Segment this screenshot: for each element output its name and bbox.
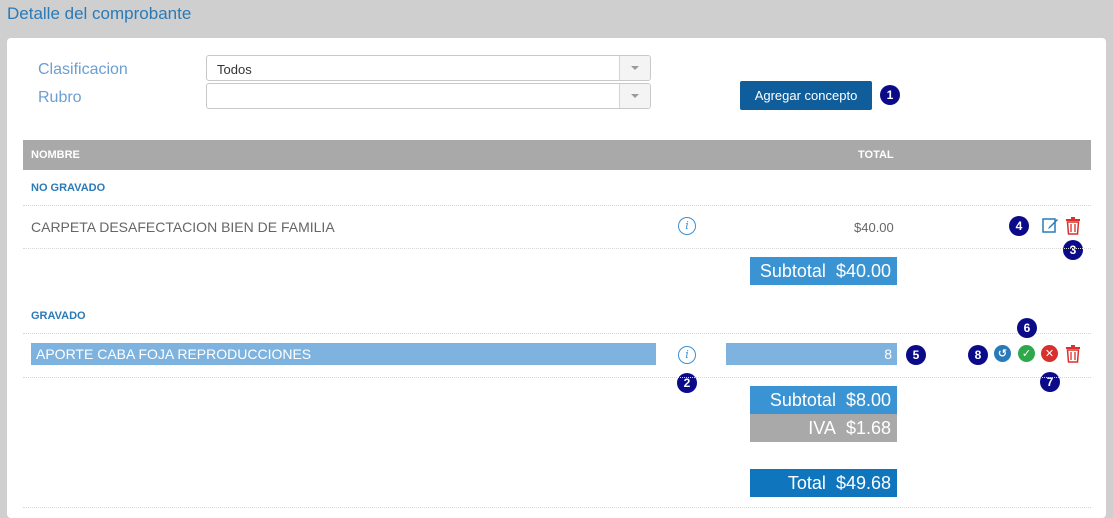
confirm-check-icon[interactable]: ✓ bbox=[1018, 345, 1035, 362]
divider bbox=[23, 377, 1091, 378]
concept-name: CARPETA DESAFECTACION BIEN DE FAMILIA bbox=[31, 219, 335, 235]
iva-row: IVA $1.68 bbox=[750, 414, 897, 442]
divider bbox=[23, 507, 1091, 508]
annotation-badge-7: 7 bbox=[1040, 372, 1060, 392]
divider bbox=[23, 248, 1091, 249]
info-icon[interactable]: i bbox=[678, 346, 696, 364]
cancel-x-icon[interactable]: ✕ bbox=[1041, 345, 1058, 362]
divider bbox=[23, 333, 1091, 334]
annotation-badge-3: 3 bbox=[1063, 240, 1083, 260]
subtotal-label: Subtotal bbox=[769, 389, 836, 410]
concept-name-input[interactable] bbox=[31, 343, 656, 365]
iva-label: IVA bbox=[808, 417, 836, 438]
section-title-no-gravado: NO GRAVADO bbox=[31, 182, 106, 194]
subtotal-value: $8.00 bbox=[845, 389, 891, 410]
section-title-gravado: GRAVADO bbox=[31, 310, 86, 322]
rubro-select[interactable] bbox=[206, 83, 651, 109]
concept-total-input[interactable] bbox=[726, 343, 897, 365]
total-value: $49.68 bbox=[835, 472, 891, 493]
annotation-badge-6: 6 bbox=[1017, 318, 1037, 338]
subtotal-gravado: Subtotal $8.00 bbox=[750, 386, 897, 414]
total-label: Total bbox=[787, 472, 826, 493]
rubro-label: Rubro bbox=[38, 89, 82, 106]
clasificacion-value: Todos bbox=[217, 62, 252, 77]
page-title: Detalle del comprobante bbox=[7, 4, 192, 23]
undo-icon[interactable]: ↺ bbox=[994, 345, 1011, 362]
trash-icon[interactable] bbox=[1064, 216, 1082, 235]
annotation-badge-5: 5 bbox=[906, 345, 926, 365]
annotation-badge-2: 2 bbox=[677, 373, 697, 393]
clasificacion-label: Clasificacion bbox=[38, 61, 128, 78]
subtotal-label: Subtotal bbox=[759, 260, 826, 281]
iva-value: $1.68 bbox=[845, 417, 891, 438]
divider bbox=[23, 205, 1091, 206]
annotation-badge-4: 4 bbox=[1009, 216, 1029, 236]
edit-icon[interactable] bbox=[1041, 216, 1059, 234]
annotation-badge-1: 1 bbox=[880, 85, 900, 105]
annotation-badge-8: 8 bbox=[968, 345, 988, 365]
agregar-concepto-button[interactable]: Agregar concepto bbox=[740, 81, 872, 110]
info-icon[interactable]: i bbox=[678, 217, 696, 235]
grand-total: Total $49.68 bbox=[750, 469, 897, 497]
column-header-nombre: NOMBRE bbox=[31, 149, 80, 161]
chevron-down-icon[interactable] bbox=[619, 56, 650, 80]
trash-icon[interactable] bbox=[1064, 344, 1082, 363]
subtotal-no-gravado: Subtotal $40.00 bbox=[750, 257, 897, 285]
clasificacion-select[interactable]: Todos bbox=[206, 55, 651, 81]
column-header-total: TOTAL bbox=[858, 149, 894, 161]
chevron-down-icon[interactable] bbox=[619, 84, 650, 108]
subtotal-value: $40.00 bbox=[835, 260, 891, 281]
table-header: NOMBRE TOTAL bbox=[23, 140, 1091, 170]
concept-total: $40.00 bbox=[854, 220, 894, 235]
content-panel bbox=[7, 38, 1106, 518]
